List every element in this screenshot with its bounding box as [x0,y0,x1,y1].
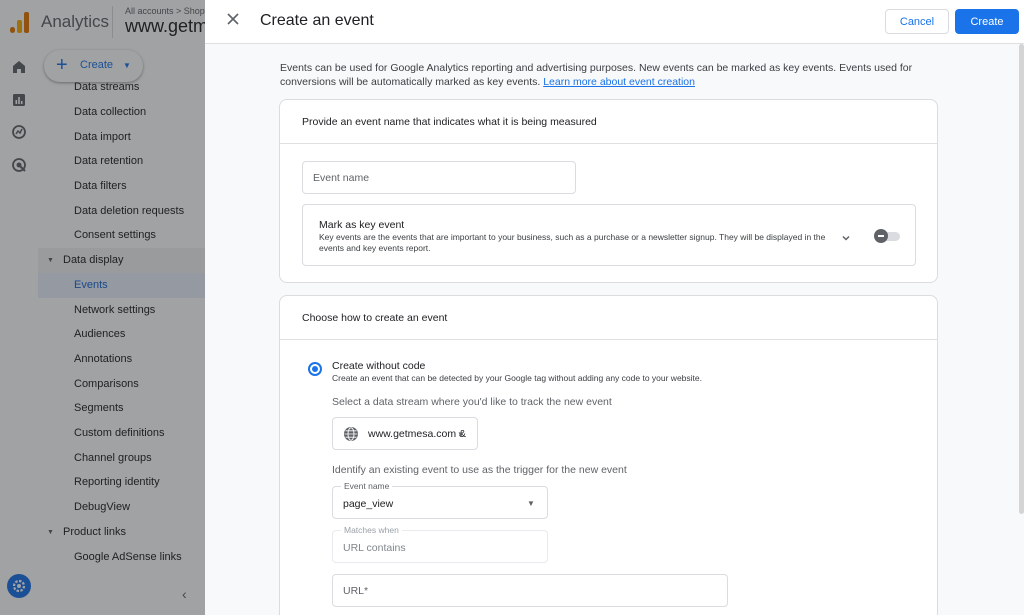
key-event-toggle[interactable] [874,229,902,243]
panel-header: Create an event Cancel Create [205,0,1024,44]
trigger-event-legend: Event name [341,481,393,491]
matches-when-legend: Matches when [341,525,402,535]
key-event-title: Mark as key event [319,219,405,231]
close-icon[interactable] [224,10,242,28]
data-stream-value: www.getmesa.com & [368,428,467,440]
learn-more-link[interactable]: Learn more about event creation [543,76,695,88]
key-event-description: Key events are the events that are impor… [319,232,826,253]
trigger-event-value: page_view [343,498,394,510]
event-name-card-heading: Provide an event name that indicates wha… [302,116,597,128]
data-stream-select[interactable]: www.getmesa.com & ▼ [332,417,478,450]
url-input[interactable] [333,575,727,606]
event-name-field[interactable] [302,161,576,194]
event-name-card: Provide an event name that indicates wha… [279,99,938,283]
trigger-prompt: Identify an existing event to use as the… [332,464,627,476]
event-name-input[interactable] [303,162,575,193]
create-without-code-radio[interactable] [308,362,322,376]
matches-when-value: URL contains [343,542,406,554]
chevron-down-icon[interactable] [840,232,852,244]
globe-icon [344,427,358,441]
create-event-panel: Create an event Cancel Create Events can… [205,0,1024,615]
dropdown-arrow-icon: ▼ [457,430,465,439]
panel-title: Create an event [260,12,374,29]
matches-when-select: Matches when URL contains [332,525,548,563]
create-method-card-heading: Choose how to create an event [302,312,448,324]
create-method-card: Choose how to create an event Create wit… [279,295,938,615]
trigger-event-select[interactable]: Event name page_view ▼ [332,481,548,519]
create-method-card-header: Choose how to create an event [280,296,937,340]
dropdown-arrow-icon: ▼ [527,499,535,508]
option-title: Create without code [332,360,426,372]
event-name-card-header: Provide an event name that indicates wha… [280,100,937,144]
url-field[interactable] [332,574,728,607]
stream-prompt: Select a data stream where you'd like to… [332,396,612,408]
key-event-box: Mark as key event Key events are the eve… [302,204,916,266]
option-description: Create an event that can be detected by … [332,373,702,383]
create-submit-button[interactable]: Create [955,9,1019,34]
cancel-button[interactable]: Cancel [885,9,949,34]
intro-text: Events can be used for Google Analytics … [280,61,940,89]
panel-scrollbar[interactable] [1019,44,1024,514]
